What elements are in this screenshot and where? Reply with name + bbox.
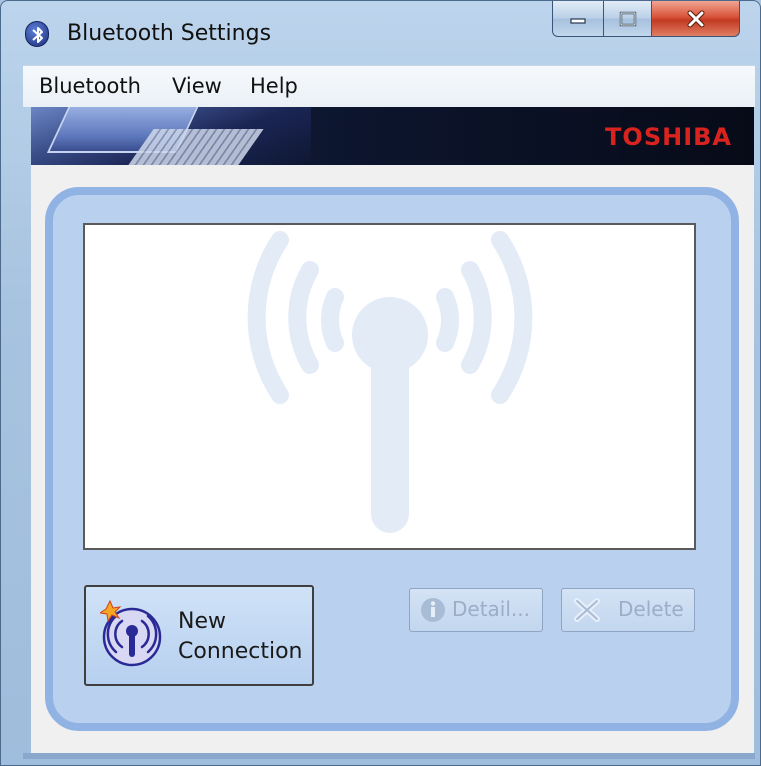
title-bar[interactable]: Bluetooth Settings xyxy=(1,1,760,63)
minimize-icon xyxy=(570,17,586,24)
maximize-icon xyxy=(619,11,636,26)
menu-help[interactable]: Help xyxy=(250,74,298,98)
content-area: New Connection Detail... Delete xyxy=(31,165,754,753)
detail-button[interactable]: Detail... xyxy=(409,588,543,632)
bluetooth-settings-window: Bluetooth Settings Bluetooth View Help T… xyxy=(0,0,761,766)
window-bottom-edge xyxy=(23,753,755,759)
menu-view[interactable]: View xyxy=(172,74,222,98)
info-icon xyxy=(421,598,445,622)
window-controls xyxy=(552,1,740,39)
bluetooth-icon xyxy=(25,21,49,47)
new-connection-button[interactable]: New Connection xyxy=(84,585,314,686)
brand-banner: TOSHIBA xyxy=(31,107,754,165)
detail-label: Detail... xyxy=(452,597,530,621)
close-button[interactable] xyxy=(652,1,740,37)
menu-bar: Bluetooth View Help xyxy=(23,65,755,107)
device-panel: New Connection Detail... Delete xyxy=(45,187,739,731)
delete-button[interactable]: Delete xyxy=(561,588,695,632)
device-list[interactable] xyxy=(83,223,696,550)
new-connection-label: New Connection xyxy=(178,609,303,664)
window-title: Bluetooth Settings xyxy=(67,21,272,46)
maximize-button[interactable] xyxy=(604,1,652,37)
minimize-button[interactable] xyxy=(552,1,604,37)
laptop-keyboard xyxy=(128,129,264,165)
antenna-star-icon xyxy=(100,599,162,667)
menu-bluetooth[interactable]: Bluetooth xyxy=(39,74,141,98)
close-icon xyxy=(687,10,704,27)
delete-label: Delete xyxy=(618,597,684,621)
x-icon xyxy=(574,598,600,622)
laptop-graphic xyxy=(31,107,311,165)
antenna-watermark-icon xyxy=(247,231,533,533)
brand-logo: TOSHIBA xyxy=(605,123,732,151)
